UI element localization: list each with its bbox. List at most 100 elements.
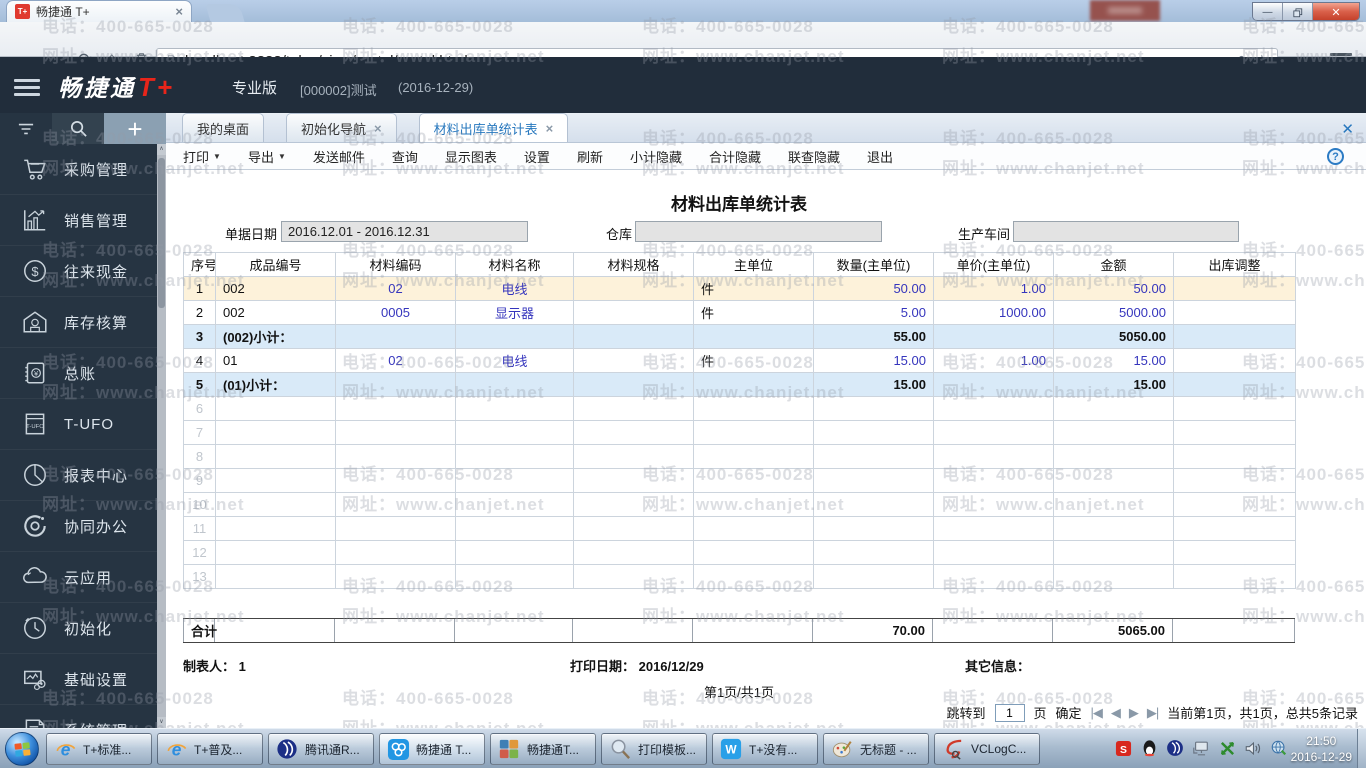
table-row[interactable]: 1 002 02 电线件 50.00 1.00 50.00 — [183, 276, 1296, 301]
toolbar-合计隐藏-button[interactable]: 合计隐藏 — [709, 147, 761, 166]
sidebar-item-销售管理[interactable]: 销售管理 — [0, 195, 157, 246]
window-close-button[interactable]: ✕ — [1313, 3, 1359, 20]
qq-icon[interactable] — [1140, 739, 1158, 757]
sidebar-item-库存核算[interactable]: 库存核算 — [0, 297, 157, 348]
column-header[interactable]: 材料名称 — [455, 252, 574, 277]
sidebar-item-系统管理[interactable]: 系统管理 — [0, 705, 157, 728]
globe-icon[interactable] — [1270, 739, 1288, 757]
table-row[interactable]: 4 01 02 电线件 15.00 1.00 15.00 — [183, 348, 1296, 373]
table-row[interactable]: 7 — [183, 420, 1296, 445]
taskbar-button-腾讯通R...[interactable]: 腾讯通R... — [268, 733, 374, 765]
tab-初始化导航[interactable]: 初始化导航 × — [286, 113, 397, 142]
table-row[interactable]: 5 (01)小计： 15.00 15.00 — [183, 372, 1296, 397]
total-cell — [455, 619, 573, 642]
speaker-icon[interactable] — [1244, 739, 1262, 757]
page-number-input[interactable] — [994, 703, 1025, 722]
start-button[interactable] — [5, 732, 39, 766]
sidebar-item-总账[interactable]: ¥ 总账 — [0, 348, 157, 399]
taskbar-button-T+标准...[interactable]: e T+标准... — [46, 733, 152, 765]
column-header[interactable]: 金额 — [1053, 252, 1174, 277]
sogou-icon[interactable]: S — [1114, 739, 1132, 757]
sidebar-item-云应用[interactable]: 云应用 — [0, 552, 157, 603]
browser-tab-close-icon[interactable]: × — [175, 4, 183, 19]
sidebar-item-采购管理[interactable]: 采购管理 — [0, 144, 157, 195]
column-header[interactable]: 出库调整 — [1173, 252, 1296, 277]
sidebar-filter-icon[interactable] — [0, 113, 52, 144]
taskbar-clock[interactable]: 21:50 2016-12-29 — [1291, 733, 1352, 765]
net-icon[interactable] — [1192, 739, 1210, 757]
table-row[interactable]: 9 — [183, 468, 1296, 493]
scroll-up-icon[interactable]: ∧ — [157, 144, 166, 155]
table-row[interactable]: 11 — [183, 516, 1296, 541]
greenx-icon[interactable] — [1218, 739, 1236, 757]
toolbar-发送邮件-button[interactable]: 发送邮件 — [313, 147, 365, 166]
toolbar-刷新-button[interactable]: 刷新 — [577, 147, 603, 166]
toolbar-设置-button[interactable]: 设置 — [524, 147, 550, 166]
filter-warehouse-input[interactable] — [635, 221, 882, 242]
table-row[interactable]: 6 — [183, 396, 1296, 421]
column-header[interactable]: 材料编码 — [335, 252, 456, 277]
column-header[interactable]: 数量(主单位) — [813, 252, 934, 277]
tab-材料出库单统计表[interactable]: 材料出库单统计表 × — [418, 113, 569, 142]
toolbar-help-icon[interactable]: ? — [1327, 148, 1344, 165]
sidebar-item-往来现金[interactable]: $ 往来现金 — [0, 246, 157, 297]
table-row[interactable]: 13 — [183, 564, 1296, 589]
taskbar-button-畅捷通T...[interactable]: 畅捷通T... — [490, 733, 596, 765]
sidebar-add-button[interactable]: + — [104, 113, 166, 144]
table-cell — [573, 372, 694, 397]
close-all-tabs-icon[interactable]: ✕ — [1341, 120, 1354, 138]
filter-date-input[interactable]: 2016.12.01 - 2016.12.31 — [281, 221, 528, 242]
table-row[interactable]: 10 — [183, 492, 1296, 517]
next-page-icon[interactable]: ▶ — [1129, 705, 1139, 721]
sidebar-scrollbar[interactable]: ∧ ∨ — [157, 144, 166, 728]
scroll-thumb[interactable] — [158, 158, 165, 308]
toolbar-打印-button[interactable]: 打印 ▼ — [183, 147, 221, 166]
tab-我的桌面[interactable]: 我的桌面 — [182, 113, 265, 142]
sidebar-search-icon[interactable] — [52, 113, 104, 144]
browser-tab[interactable]: T+ 畅捷通 T+ × — [6, 0, 192, 22]
prev-page-icon[interactable]: ◀ — [1111, 705, 1121, 721]
first-page-icon[interactable]: |◀ — [1091, 705, 1103, 721]
window-restore-button[interactable] — [1283, 3, 1313, 20]
app-menu-icon[interactable] — [14, 75, 40, 100]
scroll-down-icon[interactable]: ∨ — [157, 717, 166, 728]
sidebar-item-T-UFO[interactable]: T-UFO T-UFO — [0, 399, 157, 450]
taskbar-button-T+没有...[interactable]: W T+没有... — [712, 733, 818, 765]
taskbar-button-畅捷通 T...[interactable]: 畅捷通 T... — [379, 733, 485, 765]
window-minimize-button[interactable]: — — [1253, 3, 1283, 20]
table-row[interactable]: 12 — [183, 540, 1296, 565]
rtx-icon[interactable] — [1166, 739, 1184, 757]
new-tab-button[interactable] — [205, 4, 245, 22]
table-row[interactable]: 3 (002)小计： 55.00 5050.00 — [183, 324, 1296, 349]
taskbar-button-打印模板...[interactable]: 打印模板... — [601, 733, 707, 765]
column-header[interactable]: 成品编号 — [215, 252, 336, 277]
table-cell: 5000.00 — [1053, 300, 1174, 325]
taskbar-button-VCLogC...[interactable]: VCLogC... — [934, 733, 1040, 765]
toolbar-显示图表-button[interactable]: 显示图表 — [445, 147, 497, 166]
column-header[interactable]: 材料规格 — [573, 252, 694, 277]
sidebar-item-协同办公[interactable]: 协同办公 — [0, 501, 157, 552]
toolbar-导出-button[interactable]: 导出 ▼ — [248, 147, 286, 166]
toolbar-退出-button[interactable]: 退出 — [867, 147, 893, 166]
column-header[interactable]: 序号 — [183, 252, 216, 277]
sidebar-item-初始化[interactable]: 初始化 — [0, 603, 157, 654]
table-row[interactable]: 8 — [183, 444, 1296, 469]
sidebar-item-报表中心[interactable]: 报表中心 — [0, 450, 157, 501]
toolbar-联查隐藏-button[interactable]: 联查隐藏 — [788, 147, 840, 166]
sidebar-item-基础设置[interactable]: 基础设置 — [0, 654, 157, 705]
tab-close-icon[interactable]: × — [374, 121, 382, 136]
toolbar-小计隐藏-button[interactable]: 小计隐藏 — [630, 147, 682, 166]
table-row[interactable]: 2 002 0005 显示器 件 5.00 1000.00 5000.00 — [183, 300, 1296, 325]
browser-toolbar: ← → ⟳ ⌂ localhost:3333/tplus/view/portal… — [0, 22, 1366, 74]
column-header[interactable]: 主单位 — [693, 252, 814, 277]
taskbar-button-无标题 - ...[interactable]: 无标题 - ... — [823, 733, 929, 765]
total-cell — [215, 619, 335, 642]
confirm-button[interactable]: 确定 — [1056, 703, 1082, 722]
tab-close-icon[interactable]: × — [546, 121, 554, 136]
filter-workshop-input[interactable] — [1013, 221, 1239, 242]
last-page-icon[interactable]: ▶| — [1147, 705, 1159, 721]
toolbar-查询-button[interactable]: 查询 — [392, 147, 418, 166]
taskbar-button-T+普及...[interactable]: e T+普及... — [157, 733, 263, 765]
show-desktop-button[interactable] — [1357, 729, 1366, 768]
column-header[interactable]: 单价(主单位) — [933, 252, 1054, 277]
